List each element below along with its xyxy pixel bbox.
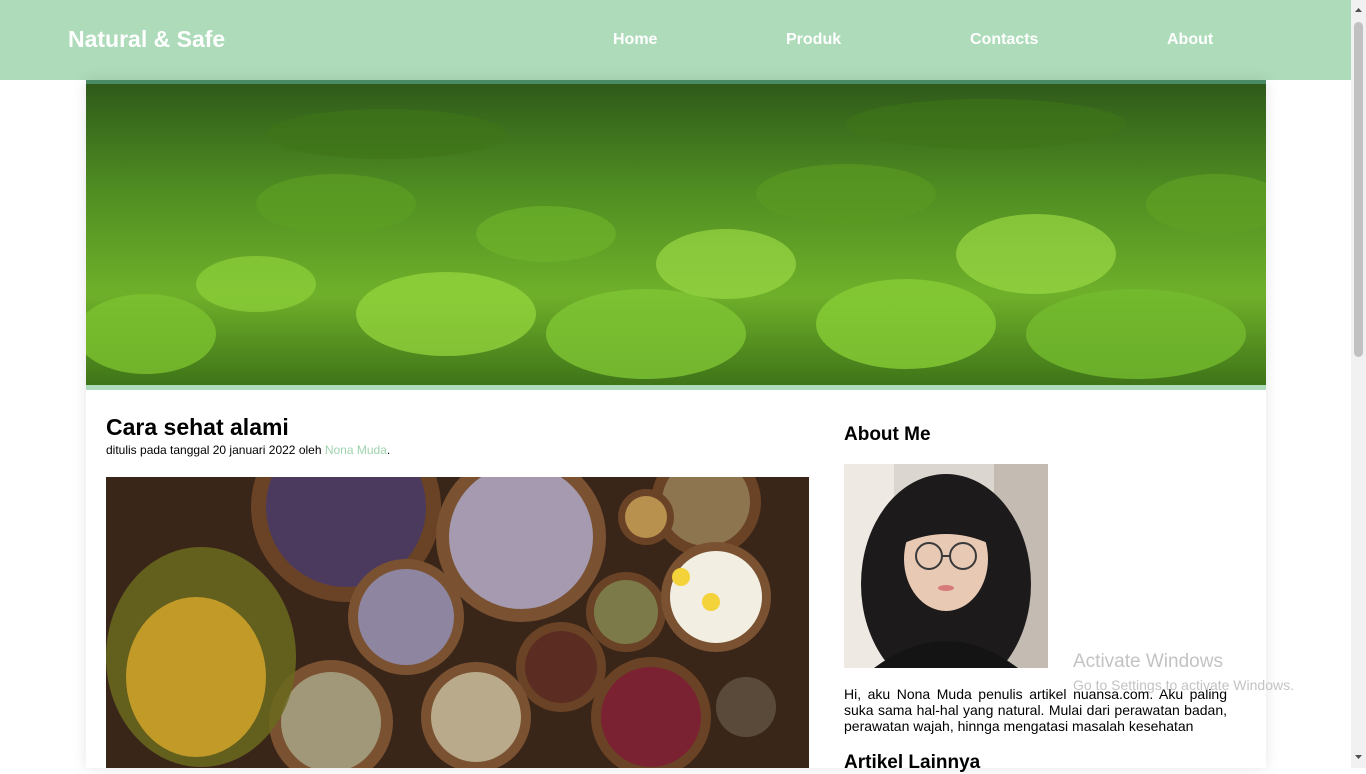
nav-contacts[interactable]: Contacts — [970, 31, 1038, 49]
navbar: Natural & Safe Home Produk Contacts Abou… — [0, 0, 1351, 80]
nav-home[interactable]: Home — [613, 31, 657, 49]
hero-tea-leaves-image — [86, 84, 1266, 385]
article-meta-prefix: ditulis pada tanggal 20 januari 2022 ole… — [106, 443, 325, 457]
triangle-down-icon[interactable] — [1351, 751, 1366, 763]
vertical-scrollbar[interactable] — [1351, 0, 1366, 768]
activate-windows-title: Activate Windows — [1073, 651, 1223, 672]
nav-about[interactable]: About — [1167, 31, 1213, 49]
about-me-bio: Hi, aku Nona Muda penulis artikel nuansa… — [844, 686, 1227, 734]
about-me-heading: About Me — [844, 424, 931, 445]
nav-produk[interactable]: Produk — [786, 31, 841, 49]
scrollbar-thumb[interactable] — [1354, 22, 1363, 357]
triangle-up-icon[interactable] — [1351, 4, 1366, 16]
article-title: Cara sehat alami — [106, 414, 289, 440]
other-articles-heading: Artikel Lainnya — [844, 752, 981, 773]
site-brand[interactable]: Natural & Safe — [68, 26, 225, 53]
hero-banner — [86, 80, 1266, 390]
activate-windows-subtitle: Go to Settings to activate Windows. — [1073, 677, 1294, 693]
article-meta-suffix: . — [386, 443, 391, 457]
article-herbs-image — [106, 477, 809, 768]
author-link[interactable]: Nona Muda — [325, 443, 387, 457]
profile-photo — [844, 464, 1048, 668]
article-meta: ditulis pada tanggal 20 januari 2022 ole… — [106, 443, 390, 457]
